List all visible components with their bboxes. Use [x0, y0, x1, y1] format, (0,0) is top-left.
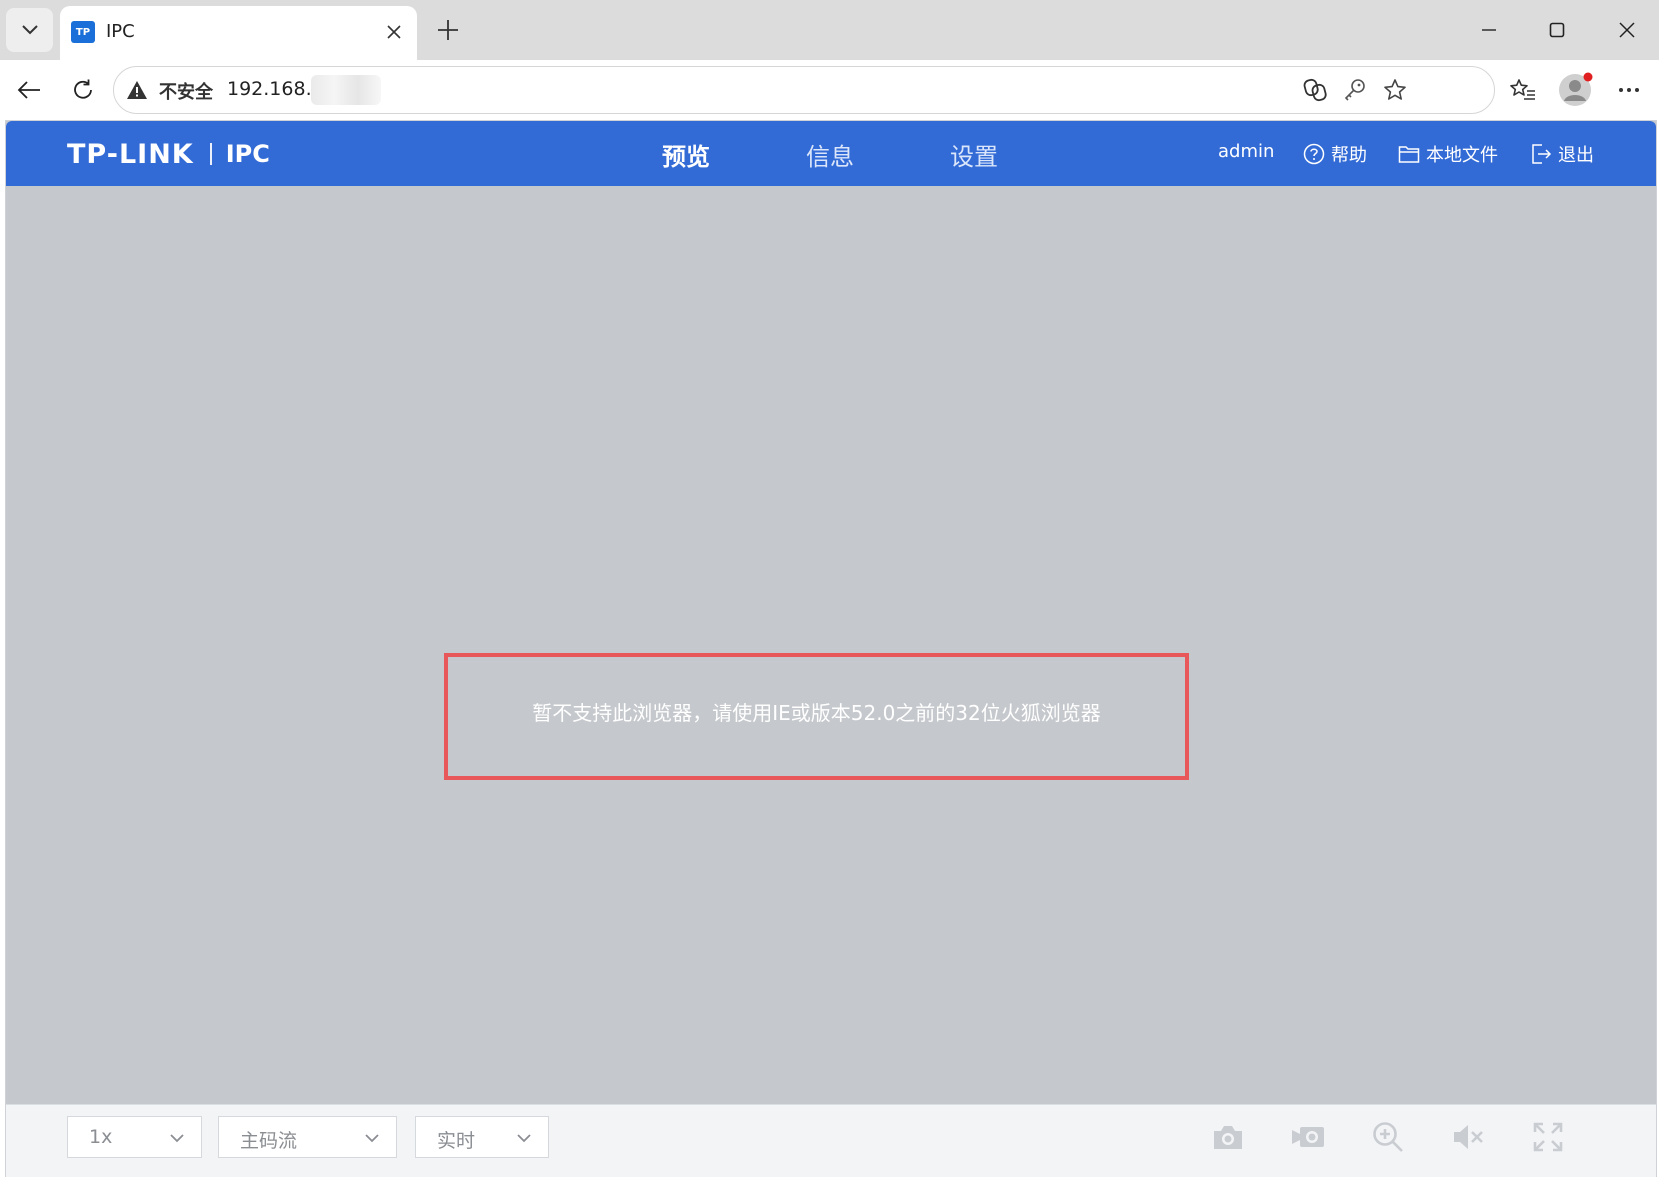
- playback-control-bar: 1x 主码流 实时: [6, 1104, 1656, 1177]
- speed-select[interactable]: 1x: [67, 1116, 202, 1158]
- minimize-icon: [1482, 29, 1496, 31]
- folder-icon: [1398, 146, 1420, 163]
- browser-toolbar: 不安全 192.168.: [0, 60, 1659, 120]
- browser-tab-ipc[interactable]: TP IPC: [60, 6, 417, 60]
- current-user: admin: [1218, 141, 1274, 162]
- arrow-left-icon: [17, 81, 40, 99]
- speed-value: 1x: [89, 1126, 113, 1148]
- logout-link[interactable]: 退出: [1530, 141, 1594, 167]
- stream-select[interactable]: 主码流: [218, 1116, 397, 1158]
- video-camera-icon: [1292, 1127, 1324, 1147]
- plus-icon: [438, 20, 458, 40]
- redacted-url-segment: [311, 75, 381, 105]
- local-files-link[interactable]: 本地文件: [1398, 141, 1498, 167]
- not-secure-label[interactable]: 不安全: [159, 78, 213, 104]
- zoom-button[interactable]: [1371, 1120, 1405, 1154]
- chevron-down-icon: [21, 25, 38, 35]
- tab-actions-button[interactable]: [6, 8, 53, 52]
- help-link[interactable]: 帮助: [1303, 141, 1367, 167]
- tplink-logo: TP-LINK IPC: [67, 136, 270, 172]
- logo-product: IPC: [225, 140, 270, 168]
- logo-divider: [209, 143, 212, 165]
- favorites-list-icon: [1510, 79, 1535, 100]
- maximize-button[interactable]: [1529, 10, 1585, 50]
- maximize-icon: [1549, 22, 1565, 38]
- close-window-button[interactable]: [1599, 10, 1655, 50]
- warning-icon: [127, 81, 147, 99]
- favorite-star-button[interactable]: [1382, 77, 1408, 103]
- logout-icon: [1532, 144, 1552, 164]
- more-horizontal-icon: [1619, 88, 1639, 92]
- fullscreen-icon: [1533, 1122, 1563, 1152]
- browser-tabstrip: TP IPC: [0, 0, 1659, 60]
- unsupported-browser-highlight: 暂不支持此浏览器，请使用IE或版本52.0之前的32位火狐浏览器: [444, 653, 1189, 780]
- reload-button[interactable]: [61, 68, 105, 112]
- username-label: admin: [1218, 141, 1275, 162]
- reload-icon: [74, 79, 92, 99]
- nav-info[interactable]: 信息: [806, 137, 854, 172]
- chevron-down-icon: [365, 1134, 379, 1143]
- snapshot-button[interactable]: [1211, 1120, 1245, 1154]
- video-preview-area: 暂不支持此浏览器，请使用IE或版本52.0之前的32位火狐浏览器: [6, 186, 1656, 1111]
- key-icon: [1344, 79, 1365, 101]
- tplink-favicon-icon: TP: [71, 21, 95, 43]
- nav-preview[interactable]: 预览: [662, 137, 710, 172]
- mode-select[interactable]: 实时: [415, 1116, 549, 1158]
- new-tab-button[interactable]: [430, 12, 466, 48]
- favorites-button[interactable]: [1501, 68, 1545, 112]
- nav-settings[interactable]: 设置: [950, 137, 998, 172]
- profile-button[interactable]: [1554, 68, 1598, 112]
- chevron-down-icon: [170, 1134, 184, 1143]
- chevron-down-icon: [517, 1134, 531, 1143]
- help-label: 帮助: [1331, 145, 1367, 166]
- back-button[interactable]: [7, 68, 51, 112]
- zoom-in-icon: [1373, 1122, 1403, 1152]
- password-key-button[interactable]: [1342, 77, 1368, 103]
- star-icon: [1384, 79, 1406, 100]
- avatar-icon: [1559, 72, 1593, 106]
- copilot-icon: [1303, 78, 1327, 102]
- local-files-label: 本地文件: [1426, 145, 1498, 166]
- app-header: TP-LINK IPC 预览 信息 设置 admin 帮助 本地文件 退出: [6, 121, 1656, 186]
- logo-brand: TP-LINK: [67, 138, 194, 170]
- fullscreen-button[interactable]: [1531, 1120, 1565, 1154]
- more-menu-button[interactable]: [1607, 68, 1651, 112]
- ipc-web-page: TP-LINK IPC 预览 信息 设置 admin 帮助 本地文件 退出 暂不…: [5, 120, 1657, 1177]
- unsupported-browser-message: 暂不支持此浏览器，请使用IE或版本52.0之前的32位火狐浏览器: [532, 701, 1101, 725]
- tab-title: IPC: [106, 21, 135, 42]
- camera-icon: [1214, 1126, 1242, 1149]
- speaker-muted-icon: [1454, 1125, 1483, 1149]
- record-button[interactable]: [1291, 1120, 1325, 1154]
- help-icon: [1303, 143, 1325, 165]
- logout-label: 退出: [1558, 145, 1594, 166]
- close-icon: [1619, 22, 1635, 38]
- stream-value: 主码流: [240, 1130, 298, 1152]
- copilot-button[interactable]: [1302, 77, 1328, 103]
- address-bar[interactable]: 不安全 192.168.: [113, 66, 1495, 114]
- close-icon: [387, 25, 401, 39]
- mode-value: 实时: [437, 1130, 476, 1152]
- tab-close-button[interactable]: [381, 19, 407, 45]
- mute-button[interactable]: [1451, 1120, 1485, 1154]
- url-text[interactable]: 192.168.: [227, 78, 312, 100]
- minimize-button[interactable]: [1461, 10, 1517, 50]
